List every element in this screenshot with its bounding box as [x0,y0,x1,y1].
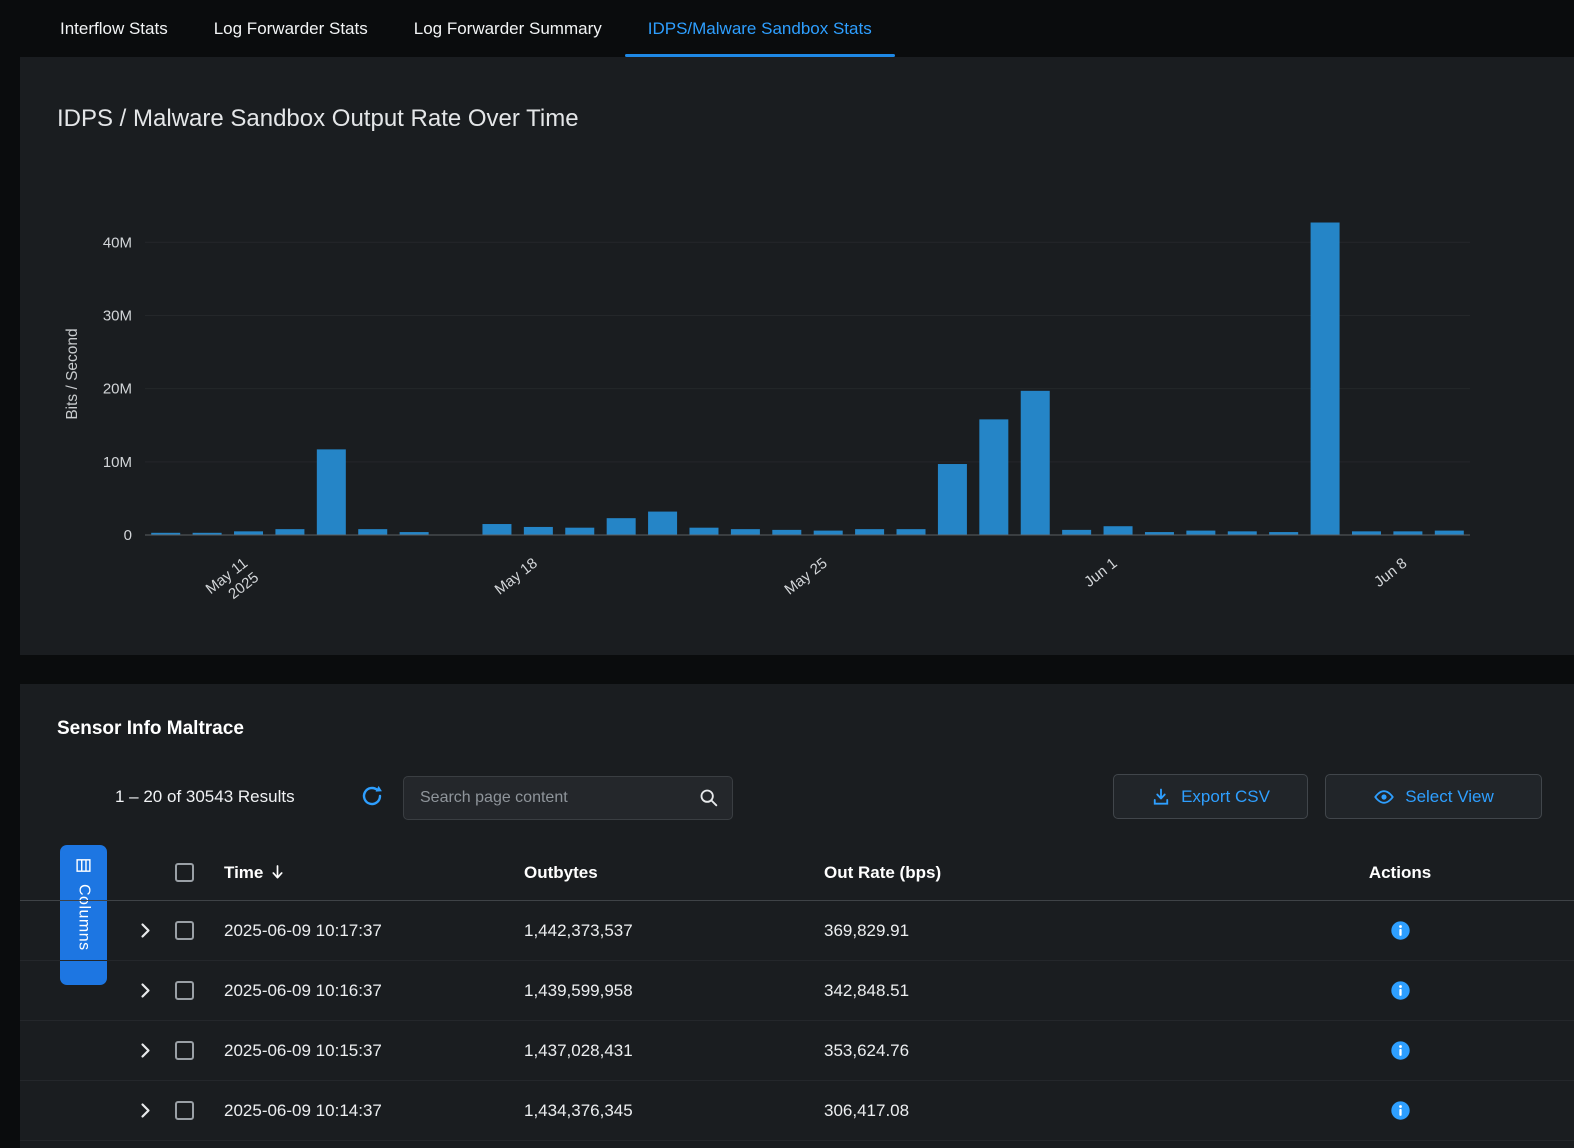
svg-text:20M: 20M [103,381,132,398]
svg-text:May 18: May 18 [492,555,541,599]
header-out-rate: Out Rate (bps) [806,863,1226,883]
row-time: 2025-06-09 10:14:37 [206,1101,506,1121]
tab-label: IDPS/Malware Sandbox Stats [648,19,872,39]
table-header-row: Time Outbytes Out Rate (bps) Actions [20,845,1574,901]
row-checkbox[interactable] [175,1101,194,1120]
expand-row-chevron-icon[interactable] [140,982,151,999]
select-all-checkbox[interactable] [175,863,194,882]
section-heading: Sensor Info Maltrace [57,718,244,740]
row-out-rate: 369,829.91 [806,921,1226,941]
header-outbytes: Outbytes [506,863,806,883]
svg-text:May 112025: May 112025 [203,555,262,612]
chart-panel: IDPS / Malware Sandbox Output Rate Over … [20,57,1574,655]
svg-text:May 25: May 25 [781,555,830,599]
row-time: 2025-06-09 10:15:37 [206,1041,506,1061]
expand-row-chevron-icon[interactable] [140,922,151,939]
info-icon[interactable] [1390,980,1411,1001]
eye-icon [1373,786,1395,808]
tab-log-forwarder-summary[interactable]: Log Forwarder Summary [391,0,625,57]
tab-interflow-stats[interactable]: Interflow Stats [37,0,191,57]
sensor-info-panel: Sensor Info Maltrace 1 – 20 of 30543 Res… [20,684,1574,1148]
svg-text:0: 0 [124,527,132,544]
row-outbytes: 1,434,376,345 [506,1101,806,1121]
refresh-button[interactable] [360,784,384,808]
search-button[interactable] [698,787,732,809]
table-body: 2025-06-09 10:17:37 1,442,373,537 369,82… [20,901,1574,1141]
table-row: 2025-06-09 10:14:37 1,434,376,345 306,41… [20,1081,1574,1141]
select-view-label: Select View [1405,787,1494,807]
export-csv-button[interactable]: Export CSV [1113,774,1308,819]
top-tab-bar: Interflow Stats Log Forwarder Stats Log … [0,0,1574,57]
header-actions: Actions [1226,863,1574,883]
output-rate-bar-chart: 0 10M 20M 30M 40M May 112025 May 18 May 25 Jun 1… [20,57,1574,655]
info-icon[interactable] [1390,1040,1411,1061]
info-icon[interactable] [1390,920,1411,941]
row-time: 2025-06-09 10:17:37 [206,921,506,941]
results-table: Time Outbytes Out Rate (bps) Actions 202… [20,845,1574,1141]
refresh-icon [360,784,384,808]
tab-log-forwarder-stats[interactable]: Log Forwarder Stats [191,0,391,57]
expand-row-chevron-icon[interactable] [140,1042,151,1059]
svg-text:Jun 1: Jun 1 [1081,555,1120,591]
download-icon [1151,787,1171,807]
svg-text:Bits / Second: Bits / Second [64,328,81,419]
table-row: 2025-06-09 10:15:37 1,437,028,431 353,62… [20,1021,1574,1081]
row-time: 2025-06-09 10:16:37 [206,981,506,1001]
row-outbytes: 1,437,028,431 [506,1041,806,1061]
table-row: 2025-06-09 10:17:37 1,442,373,537 369,82… [20,901,1574,961]
results-count: 1 – 20 of 30543 Results [115,787,295,807]
svg-text:40M: 40M [103,234,132,251]
row-out-rate: 306,417.08 [806,1101,1226,1121]
row-out-rate: 342,848.51 [806,981,1226,1001]
search-box [403,776,733,820]
row-outbytes: 1,439,599,958 [506,981,806,1001]
table-row: 2025-06-09 10:16:37 1,439,599,958 342,84… [20,961,1574,1021]
sort-desc-icon[interactable] [270,864,285,881]
svg-text:10M: 10M [103,454,132,471]
svg-text:30M: 30M [103,307,132,324]
row-outbytes: 1,442,373,537 [506,921,806,941]
row-checkbox[interactable] [175,1041,194,1060]
info-icon[interactable] [1390,1100,1411,1121]
row-checkbox[interactable] [175,921,194,940]
select-view-button[interactable]: Select View [1325,774,1542,819]
header-time: Time [224,863,263,883]
search-input[interactable] [404,789,698,807]
search-icon [698,787,720,809]
svg-text:Jun 8: Jun 8 [1371,555,1410,591]
export-csv-label: Export CSV [1181,787,1270,807]
row-checkbox[interactable] [175,981,194,1000]
tab-idps-malware-sandbox-stats[interactable]: IDPS/Malware Sandbox Stats [625,0,895,57]
expand-row-chevron-icon[interactable] [140,1102,151,1119]
row-out-rate: 353,624.76 [806,1041,1226,1061]
